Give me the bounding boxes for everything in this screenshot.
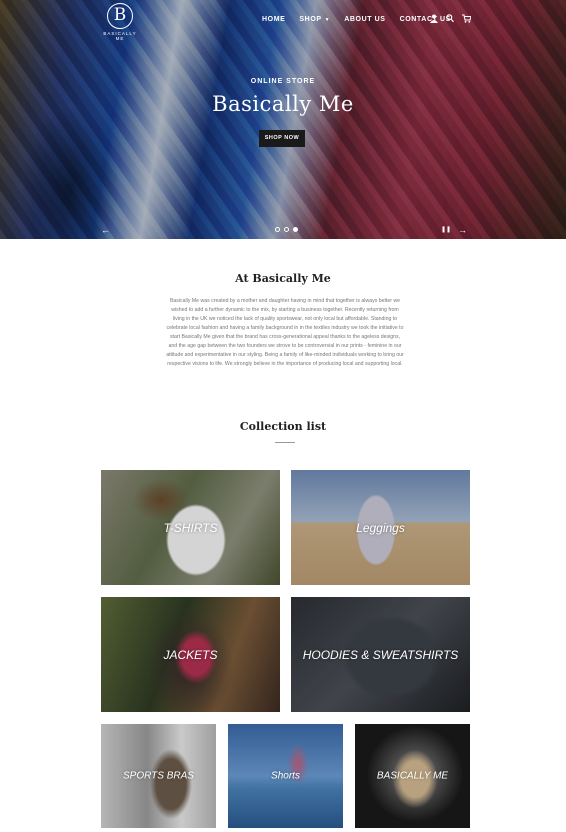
logo-text: BASICALLY ME [103,31,137,41]
collection-basically-me[interactable]: BASICALLY ME [355,724,470,828]
collection-leggings[interactable]: Leggings [291,470,470,585]
about-text: Basically Me was created by a mother and… [166,298,404,367]
hero-title: Basically Me [212,92,354,116]
nav-shop-label: SHOP [299,16,322,23]
slide-dot-2[interactable] [284,227,289,232]
slide-dot-1[interactable] [275,227,280,232]
collection-label: HOODIES & SWEATSHIRTS [302,647,459,662]
pause-icon[interactable]: ❚❚ [441,226,451,233]
nav-about-us[interactable]: ABOUT US [344,16,385,23]
collection-label: SPORTS BRAS [123,770,194,782]
nav-home[interactable]: HOME [262,16,285,23]
collection-label: Shorts [271,770,300,782]
about-title: At Basically Me [235,272,331,285]
slide-dot-3[interactable] [293,227,298,232]
user-icon[interactable] [430,14,438,25]
slide-dots [275,227,298,232]
shop-now-button[interactable]: SHOP NOW [259,130,305,147]
nav-shop[interactable]: SHOP ▼ [299,16,330,23]
collection-label: BASICALLY ME [376,770,449,782]
collection-sports-bras[interactable]: SPORTS BRAS [101,724,216,828]
logo-mark: B [107,3,133,29]
search-icon[interactable] [446,14,454,25]
hero-banner: B BASICALLY ME HOME SHOP ▼ ABOUT US CONTA… [0,0,566,239]
next-slide-icon[interactable]: → [458,225,467,235]
title-divider [275,442,295,443]
collection-label: Leggings [356,520,405,535]
site-logo[interactable]: B BASICALLY ME [100,3,140,45]
collection-shorts[interactable]: Shorts [228,724,343,828]
collection-tshirts[interactable]: T-SHIRTS [101,470,280,585]
collection-label: JACKETS [163,647,218,662]
collection-title: Collection list [239,420,327,433]
hero-subtitle: ONLINE STORE [250,78,316,85]
chevron-down-icon: ▼ [324,17,331,23]
cart-icon[interactable] [462,14,472,25]
collection-label: T-SHIRTS [163,520,218,535]
collection-jackets[interactable]: JACKETS [101,597,280,712]
collection-hoodies[interactable]: HOODIES & SWEATSHIRTS [291,597,470,712]
prev-slide-icon[interactable]: ← [101,225,110,235]
header-icons [430,14,472,25]
